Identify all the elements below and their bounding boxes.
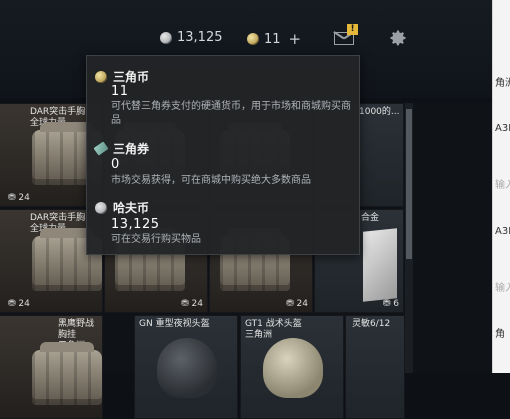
item-qty: ⛃ 24 — [8, 193, 30, 203]
side-line: A3H — [495, 123, 510, 134]
side-line: 角 — [495, 329, 505, 340]
helmet-image — [263, 338, 323, 398]
item-qty: ⛃ 24 — [181, 299, 203, 309]
item-name: 灵敏6/12 — [352, 319, 391, 329]
hafbcoin-balance[interactable]: 13,125 — [160, 30, 223, 45]
tooltip-item-amount: 0 — [111, 157, 120, 172]
vest-image — [32, 342, 102, 405]
trianglecoin-icon — [247, 33, 259, 45]
grid-scrollbar[interactable] — [405, 103, 413, 373]
side-line: 输入 — [495, 180, 510, 191]
side-line: 角洲 — [495, 78, 510, 89]
item-name: GN 重型夜视头盔 — [139, 319, 210, 329]
hafbcoin-icon — [95, 201, 107, 214]
trianglecoin-icon — [95, 70, 107, 83]
add-currency-button[interactable]: + — [289, 30, 302, 48]
trianglecoin-amount: 11 — [264, 31, 281, 47]
tooltip-item-hafbcoin: 哈夫币 — [95, 199, 149, 216]
tooltip-item-amount: 13,125 — [111, 217, 160, 232]
item-qty: ⛃ 24 — [286, 299, 308, 309]
helmet-image — [157, 338, 217, 398]
item-qty: ⛃ 24 — [8, 299, 30, 309]
side-panel: 角洲 A3H 输入 A3HZ 输入 角 — [492, 0, 510, 373]
tooltip-item-desc: 可代替三角券支付的硬通货币，用于市场和商城购买商品 — [111, 101, 351, 126]
item-name: 合金 — [361, 213, 380, 223]
tooltip-item-desc: 市场交易获得，可在商城中购买绝大多数商品 — [111, 175, 311, 186]
side-line: 输入 — [495, 283, 510, 294]
inventory-item[interactable]: 黑鹰野战胸挂 三角洲 — [0, 315, 103, 419]
tooltip-item-name: 三角币 — [113, 70, 150, 84]
side-line: A3HZ — [495, 226, 510, 237]
inventory-item[interactable]: GN 重型夜视头盔 — [134, 315, 238, 419]
tooltip-item-trianglecoin: 三角币 — [95, 68, 149, 85]
tooltip-item-desc: 可在交易行购买物品 — [111, 234, 201, 245]
gear-icon[interactable] — [388, 28, 408, 48]
mail-badge: ! — [347, 24, 358, 35]
item-qty: ⛃ 6 — [382, 299, 399, 309]
hafbcoin-icon — [160, 31, 172, 44]
trianglecoin-balance[interactable]: 11 + — [247, 30, 301, 48]
scroll-thumb[interactable] — [406, 109, 412, 259]
tooltip-item-triangleticket: 三角券 — [93, 140, 150, 157]
tooltip-item-name: 三角券 — [113, 142, 150, 156]
tooltip-item-amount: 11 — [111, 84, 129, 99]
tooltip-item-name: 哈夫币 — [113, 201, 150, 215]
inventory-item[interactable]: GT1 战术头盔 三角洲 — [240, 315, 344, 419]
currency-tooltip: 三角币 11 可代替三角券支付的硬通货币，用于市场和商城购买商品 三角券 0 市… — [86, 55, 360, 255]
ticket-icon — [93, 141, 109, 156]
inventory-item[interactable]: 灵敏6/12 — [345, 315, 405, 419]
hafbcoin-amount: 13,125 — [177, 30, 223, 45]
item-name: 1000的... — [359, 107, 400, 117]
alloy-plate-image — [363, 228, 397, 302]
